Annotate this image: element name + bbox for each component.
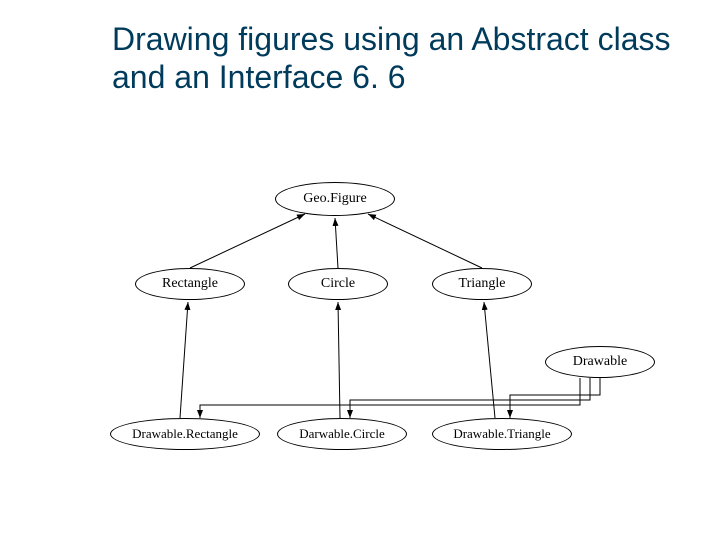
node-label: Drawable xyxy=(573,354,627,370)
node-rectangle: Rectangle xyxy=(135,268,245,300)
slide-title: Drawing figures using an Abstract class … xyxy=(112,20,672,97)
node-drawable-rectangle: Drawable.Rectangle xyxy=(110,418,260,450)
node-label: Circle xyxy=(321,276,355,292)
node-label: Drawable.Rectangle xyxy=(132,426,238,442)
node-geofigure: Geo.Figure xyxy=(275,182,395,216)
node-triangle: Triangle xyxy=(432,268,532,300)
node-label: Darwable.Circle xyxy=(299,426,385,442)
node-drawable-triangle: Drawable.Triangle xyxy=(432,418,572,450)
node-label: Drawable.Triangle xyxy=(453,426,550,442)
node-darwable-circle: Darwable.Circle xyxy=(277,418,407,450)
node-label: Rectangle xyxy=(162,276,218,292)
node-label: Triangle xyxy=(459,276,506,292)
node-circle: Circle xyxy=(288,268,388,300)
node-drawable: Drawable xyxy=(545,346,655,378)
node-label: Geo.Figure xyxy=(303,191,366,207)
